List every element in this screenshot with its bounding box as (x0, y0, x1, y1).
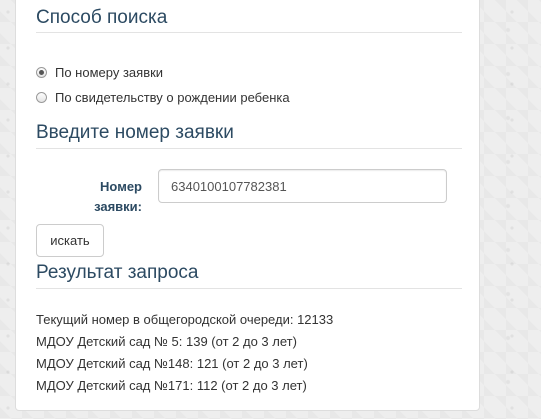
result-line-queue-number: Текущий номер в общегородской очереди: 1… (36, 312, 334, 327)
search-method-divider (36, 32, 462, 33)
result-line-kindergarten-171: МДОУ Детский сад №171: 112 (от 2 до 3 ле… (36, 378, 307, 393)
radio-button-unchecked[interactable] (36, 92, 47, 103)
search-button[interactable]: искать (36, 224, 104, 257)
result-title: Результат запроса (36, 262, 199, 283)
application-number-title: Введите номер заявки (36, 122, 234, 143)
radio-button-checked[interactable] (36, 67, 47, 78)
application-number-label: Номер заявки: (56, 177, 142, 217)
application-number-divider (36, 148, 462, 149)
radio-label-by-birth-certificate: По свидетельству о рождении ребенка (55, 90, 290, 105)
radio-option-by-application-number[interactable]: По номеру заявки (36, 65, 163, 80)
search-method-title: Способ поиска (36, 7, 168, 28)
radio-option-by-birth-certificate[interactable]: По свидетельству о рождении ребенка (36, 90, 290, 105)
application-number-label-line1: Номер (100, 179, 142, 194)
result-divider (36, 288, 462, 289)
application-number-input[interactable] (158, 169, 447, 203)
result-line-kindergarten-148: МДОУ Детский сад №148: 121 (от 2 до 3 ле… (36, 356, 308, 371)
result-line-kindergarten-5: МДОУ Детский сад № 5: 139 (от 2 до 3 лет… (36, 334, 297, 349)
radio-label-by-application-number: По номеру заявки (55, 65, 164, 80)
search-panel: Способ поиска По номеру заявки По свидет… (15, 0, 480, 411)
application-number-label-line2: заявки: (94, 199, 142, 214)
